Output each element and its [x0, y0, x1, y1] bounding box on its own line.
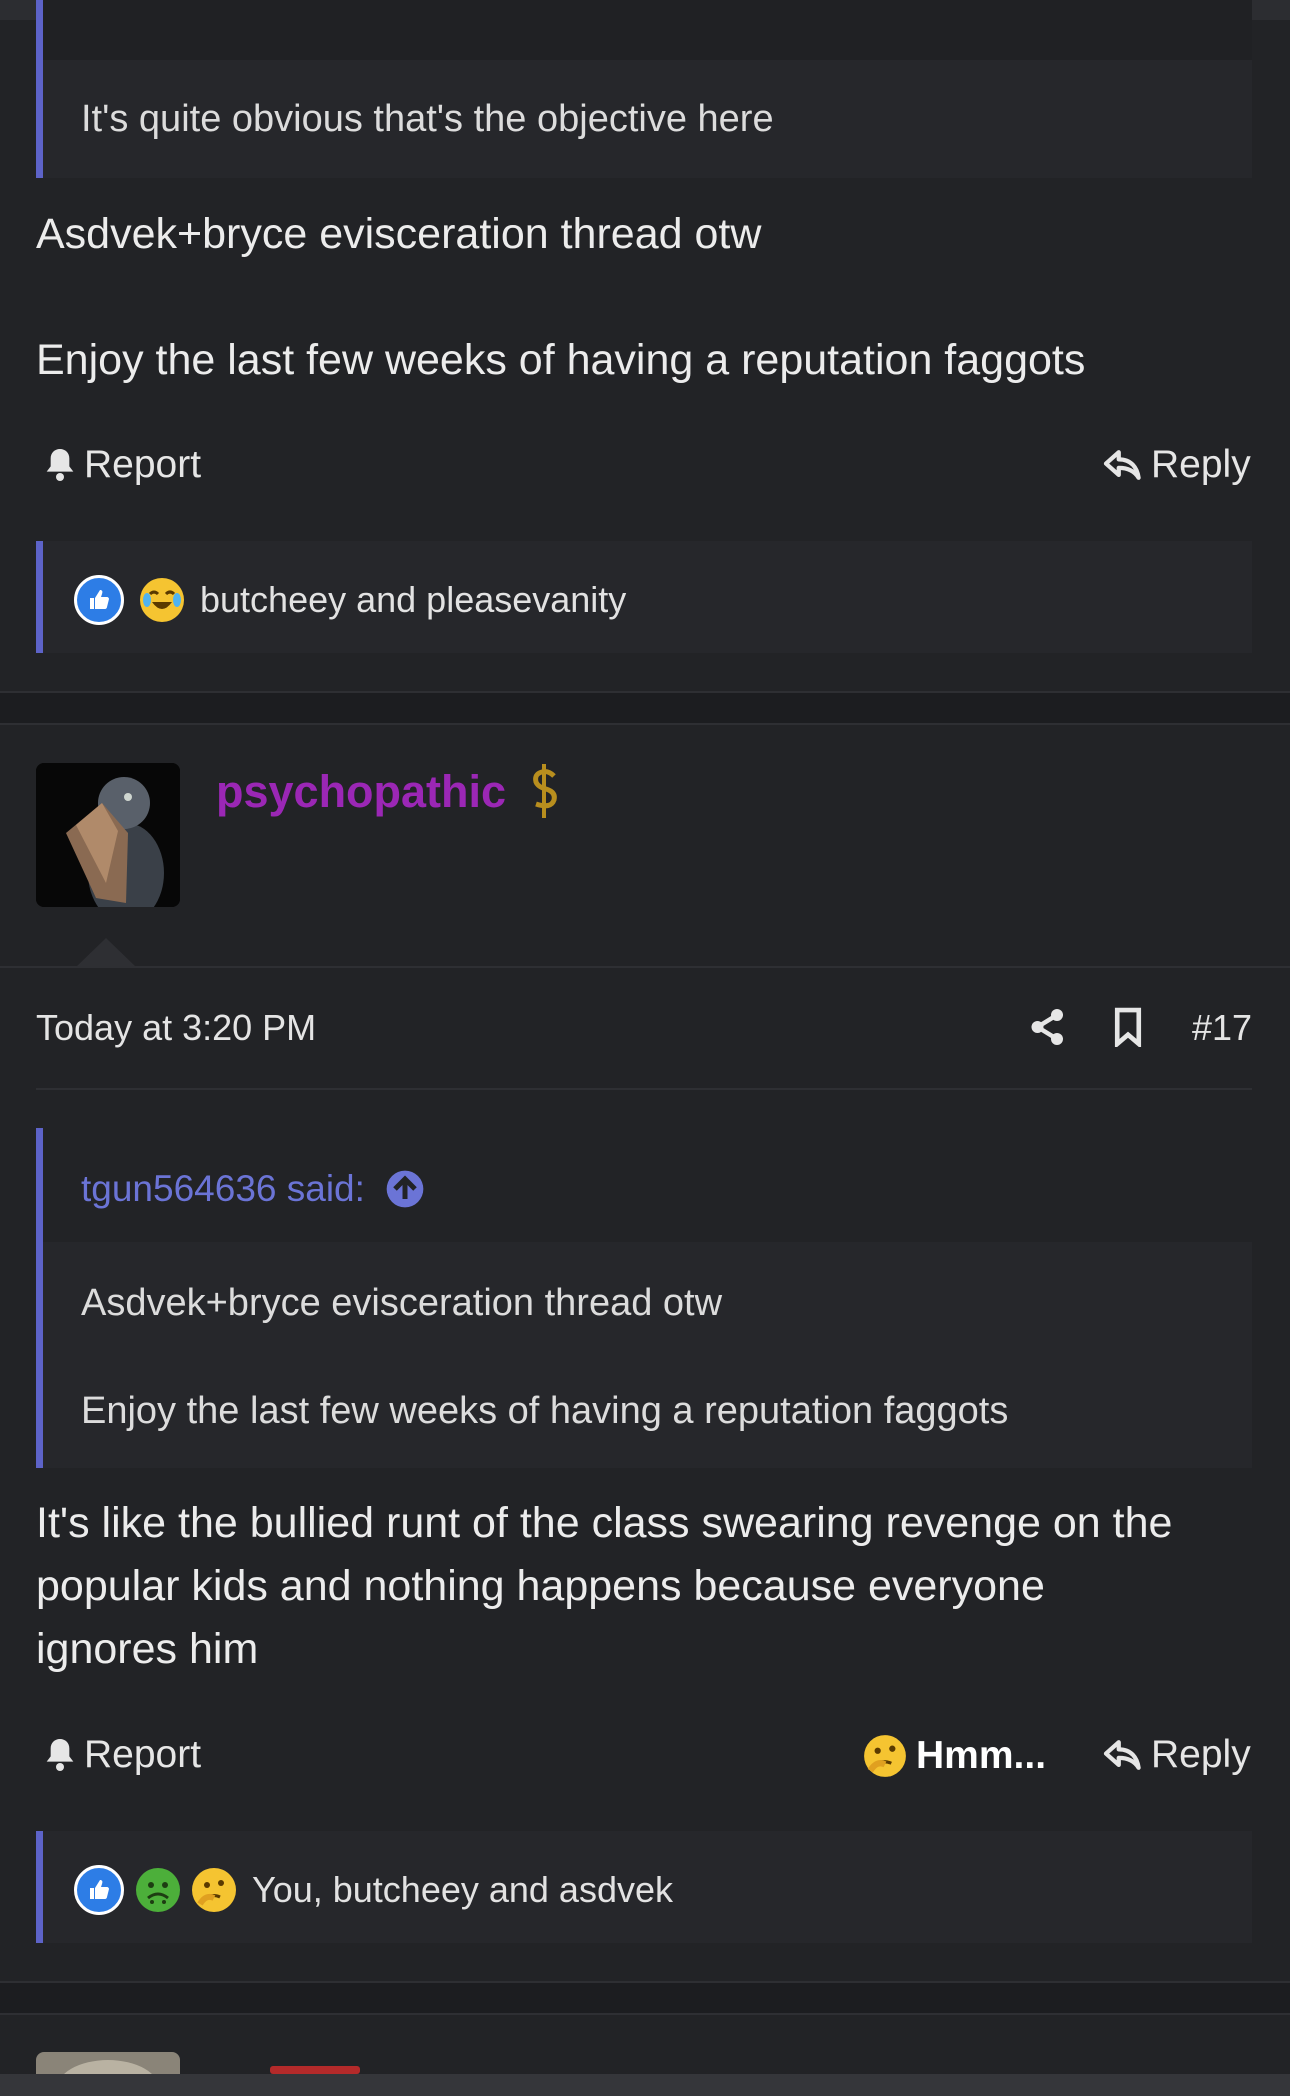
reply-icon	[1103, 1740, 1141, 1770]
report-button[interactable]: Report	[44, 1733, 201, 1777]
reactions-summary[interactable]: You, butcheey and asdvek	[74, 1865, 673, 1915]
reactions-text[interactable]: butcheey and pleasevanity	[200, 579, 626, 621]
quote-text: Asdvek+bryce evisceration thread otw	[81, 1282, 723, 1324]
arrow-up-circle-icon[interactable]	[385, 1169, 425, 1209]
avatar[interactable]	[36, 763, 180, 907]
post-body-line: popular kids and nothing happens because…	[36, 1562, 1045, 1610]
post-divider	[0, 2013, 1290, 2015]
meta-divider	[36, 1088, 1252, 1090]
like-icon	[74, 575, 124, 625]
arrow-pointer	[76, 938, 136, 967]
quote-text: It's quite obvious that's the objective …	[81, 98, 774, 140]
reply-label: Reply	[1151, 1733, 1251, 1776]
thinking-icon	[864, 1735, 906, 1777]
dollar-badge-icon	[524, 762, 564, 825]
reply-label: Reply	[1151, 443, 1251, 486]
bottom-bar	[0, 2074, 1290, 2096]
quote-text: Enjoy the last few weeks of having a rep…	[81, 1390, 1009, 1432]
post-timestamp[interactable]: Today at 3:20 PM	[36, 1007, 316, 1049]
reply-button[interactable]: Reply	[1103, 443, 1251, 487]
post-gap	[0, 1983, 1290, 2013]
reactions-text[interactable]: You, butcheey and asdvek	[252, 1869, 673, 1911]
shoebill-avatar-icon	[36, 763, 180, 907]
post-body-line: Enjoy the last few weeks of having a rep…	[36, 336, 1086, 384]
bell-icon	[46, 1739, 74, 1771]
laugh-cry-icon	[140, 578, 184, 622]
sick-icon	[136, 1868, 180, 1912]
report-button[interactable]: Report	[44, 443, 201, 487]
quote-author-link[interactable]: tgun564636 said:	[81, 1168, 425, 1210]
share-icon[interactable]	[1030, 1007, 1066, 1052]
post-body-line: Asdvek+bryce evisceration thread otw	[36, 210, 762, 258]
report-label: Report	[84, 1733, 202, 1776]
post-divider	[0, 723, 1290, 725]
username[interactable]: psychopathic	[216, 766, 506, 818]
post-body-line: It's like the bullied runt of the class …	[36, 1499, 1173, 1547]
post-body-line: ignores him	[36, 1625, 259, 1673]
bookmark-icon[interactable]	[1112, 1007, 1144, 1052]
quote-block	[36, 0, 1252, 178]
thinking-icon	[192, 1868, 236, 1912]
username[interactable]	[270, 2066, 360, 2074]
post-gap	[0, 693, 1290, 723]
hmm-label: Hmm...	[916, 1734, 1047, 1777]
like-icon	[74, 1865, 124, 1915]
quote-author[interactable]: tgun564636 said:	[81, 1168, 365, 1210]
bell-icon	[46, 449, 74, 481]
post-number[interactable]: #17	[1192, 1007, 1252, 1049]
username-label[interactable]: psychopathic	[216, 766, 506, 817]
reply-icon	[1103, 450, 1141, 480]
reactions-summary[interactable]: butcheey and pleasevanity	[74, 575, 626, 625]
reply-button[interactable]: Reply	[1103, 1733, 1251, 1777]
hmm-reaction-button[interactable]: Hmm...	[862, 1733, 1046, 1779]
header-divider	[0, 966, 1290, 968]
report-label: Report	[84, 443, 202, 486]
